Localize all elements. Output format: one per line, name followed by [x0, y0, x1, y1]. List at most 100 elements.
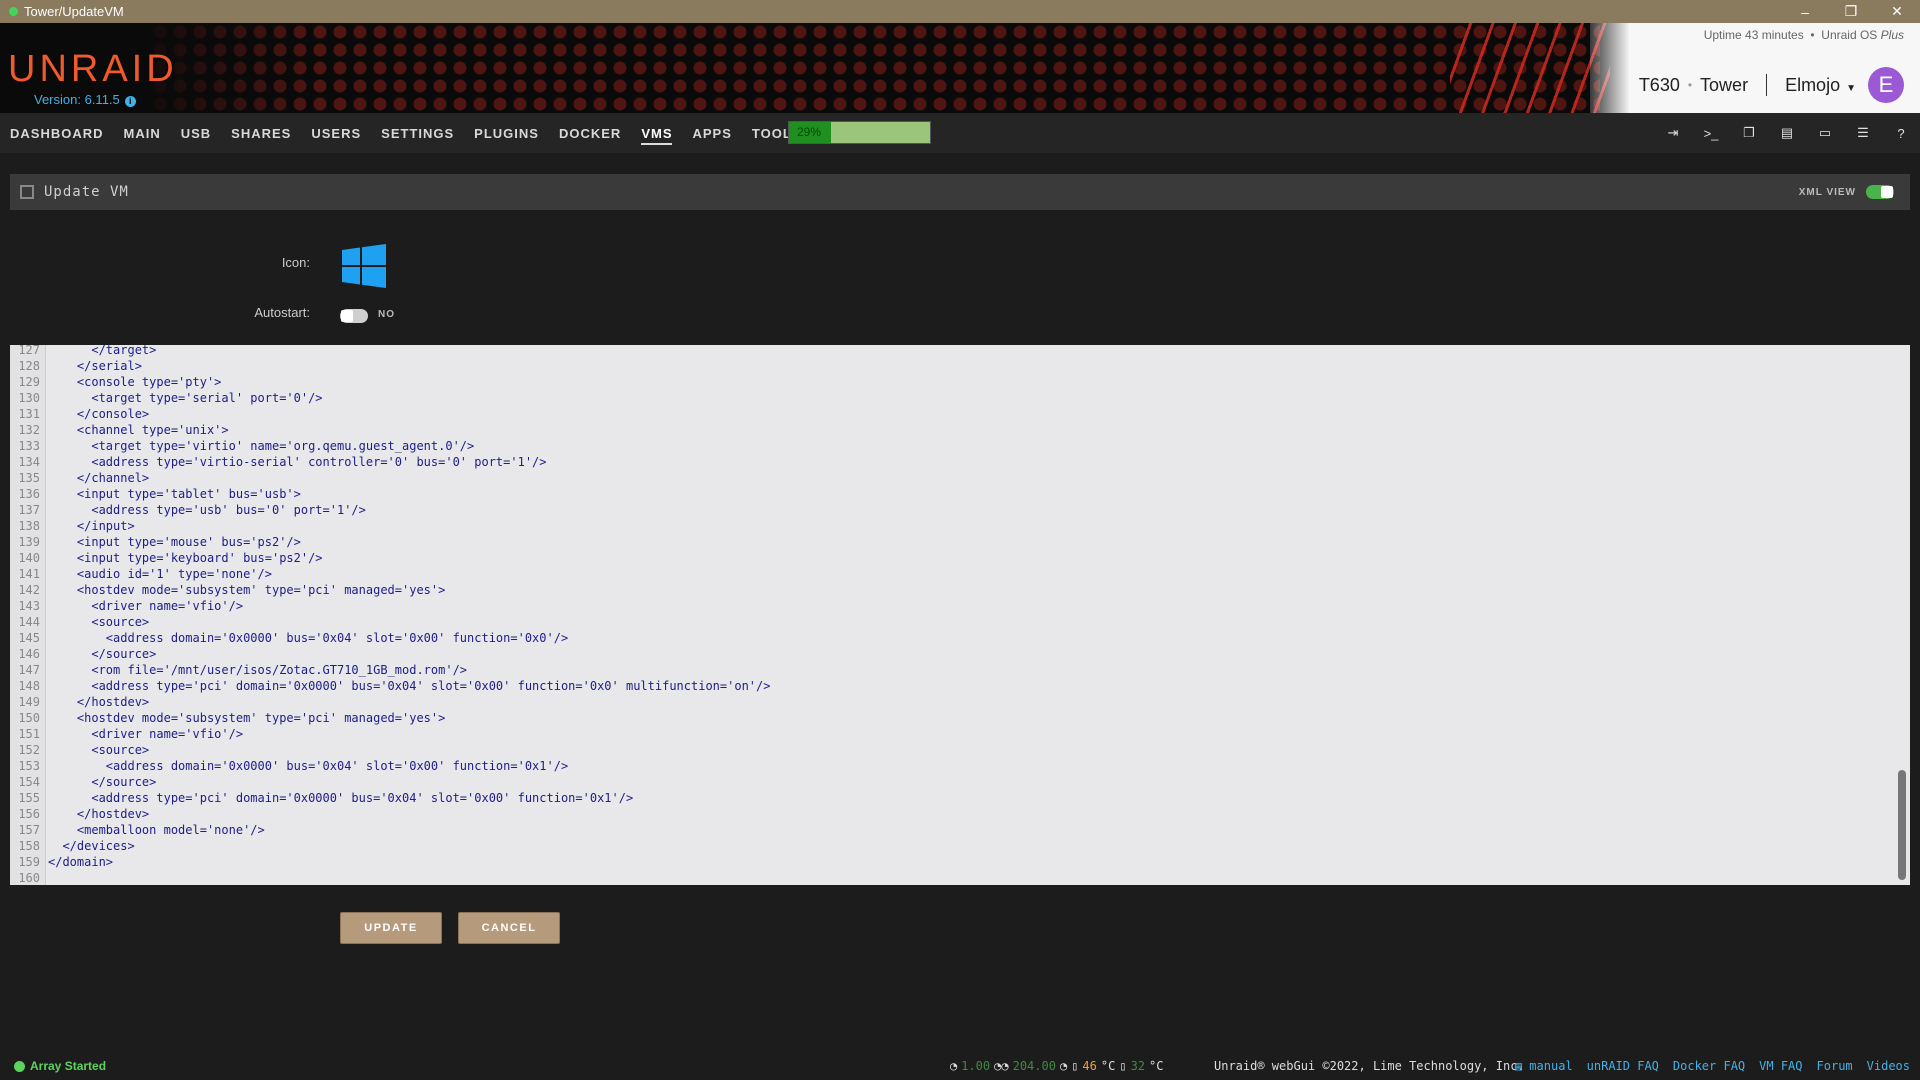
line-text[interactable]: </hostdev>: [40, 694, 149, 710]
link-unraid-faq[interactable]: unRAID FAQ: [1587, 1059, 1659, 1073]
code-line[interactable]: 128 </serial>: [10, 358, 1890, 374]
minimize-button[interactable]: –: [1782, 0, 1828, 23]
unraid-logo[interactable]: UNRAID: [8, 48, 178, 91]
line-text[interactable]: <address domain='0x0000' bus='0x04' slot…: [40, 758, 568, 774]
line-text[interactable]: </source>: [40, 774, 156, 790]
link-forum[interactable]: Forum: [1817, 1059, 1853, 1073]
nav-users[interactable]: USERS: [311, 113, 361, 153]
code-line[interactable]: 150 <hostdev mode='subsystem' type='pci'…: [10, 710, 1890, 726]
xml-view-toggle[interactable]: [1866, 185, 1894, 199]
cpu-load-bar[interactable]: 29%: [788, 121, 931, 144]
line-text[interactable]: </console>: [40, 406, 149, 422]
code-line[interactable]: 154 </source>: [10, 774, 1890, 790]
line-text[interactable]: <console type='pty'>: [40, 374, 222, 390]
line-text[interactable]: </target>: [40, 345, 156, 358]
line-text[interactable]: <rom file='/mnt/user/isos/Zotac.GT710_1G…: [40, 662, 467, 678]
link-docker-faq[interactable]: Docker FAQ: [1673, 1059, 1745, 1073]
nav-vms[interactable]: VMS: [641, 113, 673, 153]
line-text[interactable]: <channel type='unix'>: [40, 422, 229, 438]
line-text[interactable]: [40, 870, 48, 885]
line-text[interactable]: </hostdev>: [40, 806, 149, 822]
line-text[interactable]: <address type='pci' domain='0x0000' bus=…: [40, 678, 770, 694]
windows-icon[interactable]: ❐: [1730, 125, 1768, 141]
terminal-icon[interactable]: >_: [1692, 126, 1730, 141]
update-button[interactable]: UPDATE: [340, 912, 442, 944]
line-text[interactable]: <driver name='vfio'/>: [40, 598, 243, 614]
code-line[interactable]: 146 </source>: [10, 646, 1890, 662]
array-status[interactable]: Array Started: [14, 1059, 106, 1073]
windows-logo-icon[interactable]: [342, 244, 386, 288]
avatar[interactable]: E: [1868, 67, 1904, 103]
code-line[interactable]: 153 <address domain='0x0000' bus='0x04' …: [10, 758, 1890, 774]
link-vm-faq[interactable]: VM FAQ: [1759, 1059, 1802, 1073]
nav-plugins[interactable]: PLUGINS: [474, 113, 539, 153]
line-text[interactable]: <driver name='vfio'/>: [40, 726, 243, 742]
code-line[interactable]: 137 <address type='usb' bus='0' port='1'…: [10, 502, 1890, 518]
restore-button[interactable]: ❐: [1828, 0, 1874, 23]
line-text[interactable]: <target type='virtio' name='org.qemu.gue…: [40, 438, 474, 454]
code-line[interactable]: 130 <target type='serial' port='0'/>: [10, 390, 1890, 406]
code-line[interactable]: 157 <memballoon model='none'/>: [10, 822, 1890, 838]
line-text[interactable]: <audio id='1' type='none'/>: [40, 566, 272, 582]
line-text[interactable]: </domain>: [40, 854, 113, 870]
line-text[interactable]: <source>: [40, 742, 149, 758]
code-line[interactable]: 159 </domain>: [10, 854, 1890, 870]
code-line[interactable]: 158 </devices>: [10, 838, 1890, 854]
line-text[interactable]: <address domain='0x0000' bus='0x04' slot…: [40, 630, 568, 646]
logout-icon[interactable]: ⇥: [1654, 125, 1692, 141]
nav-shares[interactable]: SHARES: [231, 113, 291, 153]
help-icon[interactable]: ?: [1882, 126, 1920, 141]
line-text[interactable]: <input type='mouse' bus='ps2'/>: [40, 534, 301, 550]
code-line[interactable]: 133 <target type='virtio' name='org.qemu…: [10, 438, 1890, 454]
line-text[interactable]: <address type='usb' bus='0' port='1'/>: [40, 502, 366, 518]
line-text[interactable]: <input type='tablet' bus='usb'>: [40, 486, 301, 502]
code-lines[interactable]: 127 </target> 128 </serial> 129 <console t…: [10, 345, 1890, 885]
code-line[interactable]: 143 <driver name='vfio'/>: [10, 598, 1890, 614]
code-line[interactable]: 140 <input type='keyboard' bus='ps2'/>: [10, 550, 1890, 566]
line-text[interactable]: <target type='serial' port='0'/>: [40, 390, 322, 406]
code-line[interactable]: 145 <address domain='0x0000' bus='0x04' …: [10, 630, 1890, 646]
xml-view-switch[interactable]: XML VIEW: [1799, 174, 1894, 210]
user-menu[interactable]: Elmojo ▼: [1785, 75, 1856, 96]
line-text[interactable]: <memballoon model='none'/>: [40, 822, 265, 838]
line-text[interactable]: </channel>: [40, 470, 149, 486]
link-manual[interactable]: ▤ manual: [1515, 1059, 1573, 1073]
autostart-toggle[interactable]: [340, 309, 368, 323]
feedback-icon[interactable]: ▤: [1768, 125, 1806, 141]
line-text[interactable]: </devices>: [40, 838, 134, 854]
cancel-button[interactable]: CANCEL: [458, 912, 560, 944]
nav-apps[interactable]: APPS: [692, 113, 731, 153]
code-line[interactable]: 136 <input type='tablet' bus='usb'>: [10, 486, 1890, 502]
link-videos[interactable]: Videos: [1867, 1059, 1910, 1073]
code-line[interactable]: 132 <channel type='unix'>: [10, 422, 1890, 438]
xml-editor[interactable]: 127 </target> 128 </serial> 129 <console t…: [10, 345, 1910, 885]
line-text[interactable]: <hostdev mode='subsystem' type='pci' man…: [40, 710, 445, 726]
log-icon[interactable]: ☰: [1844, 125, 1882, 141]
nav-usb[interactable]: USB: [181, 113, 211, 153]
monitor-icon[interactable]: ▭: [1806, 125, 1844, 141]
code-line[interactable]: 151 <driver name='vfio'/>: [10, 726, 1890, 742]
line-text[interactable]: <source>: [40, 614, 149, 630]
code-line[interactable]: 138 </input>: [10, 518, 1890, 534]
info-icon[interactable]: i: [124, 96, 136, 107]
code-line[interactable]: 129 <console type='pty'>: [10, 374, 1890, 390]
code-line[interactable]: 142 <hostdev mode='subsystem' type='pci'…: [10, 582, 1890, 598]
code-line[interactable]: 139 <input type='mouse' bus='ps2'/>: [10, 534, 1890, 550]
code-line[interactable]: 147 <rom file='/mnt/user/isos/Zotac.GT71…: [10, 662, 1890, 678]
editor-scrollbar[interactable]: [1898, 770, 1906, 880]
code-line[interactable]: 131 </console>: [10, 406, 1890, 422]
nav-main[interactable]: MAIN: [124, 113, 161, 153]
nav-settings[interactable]: SETTINGS: [381, 113, 454, 153]
line-text[interactable]: </serial>: [40, 358, 142, 374]
line-text[interactable]: </input>: [40, 518, 135, 534]
nav-docker[interactable]: DOCKER: [559, 113, 621, 153]
code-line[interactable]: 134 <address type='virtio-serial' contro…: [10, 454, 1890, 470]
code-line[interactable]: 127 </target>: [10, 345, 1890, 358]
line-text[interactable]: <address type='pci' domain='0x0000' bus=…: [40, 790, 633, 806]
code-line[interactable]: 135 </channel>: [10, 470, 1890, 486]
code-line[interactable]: 160: [10, 870, 1890, 885]
code-line[interactable]: 144 <source>: [10, 614, 1890, 630]
version-label[interactable]: Version: 6.11.5 i: [34, 92, 136, 107]
code-line[interactable]: 141 <audio id='1' type='none'/>: [10, 566, 1890, 582]
code-line[interactable]: 148 <address type='pci' domain='0x0000' …: [10, 678, 1890, 694]
